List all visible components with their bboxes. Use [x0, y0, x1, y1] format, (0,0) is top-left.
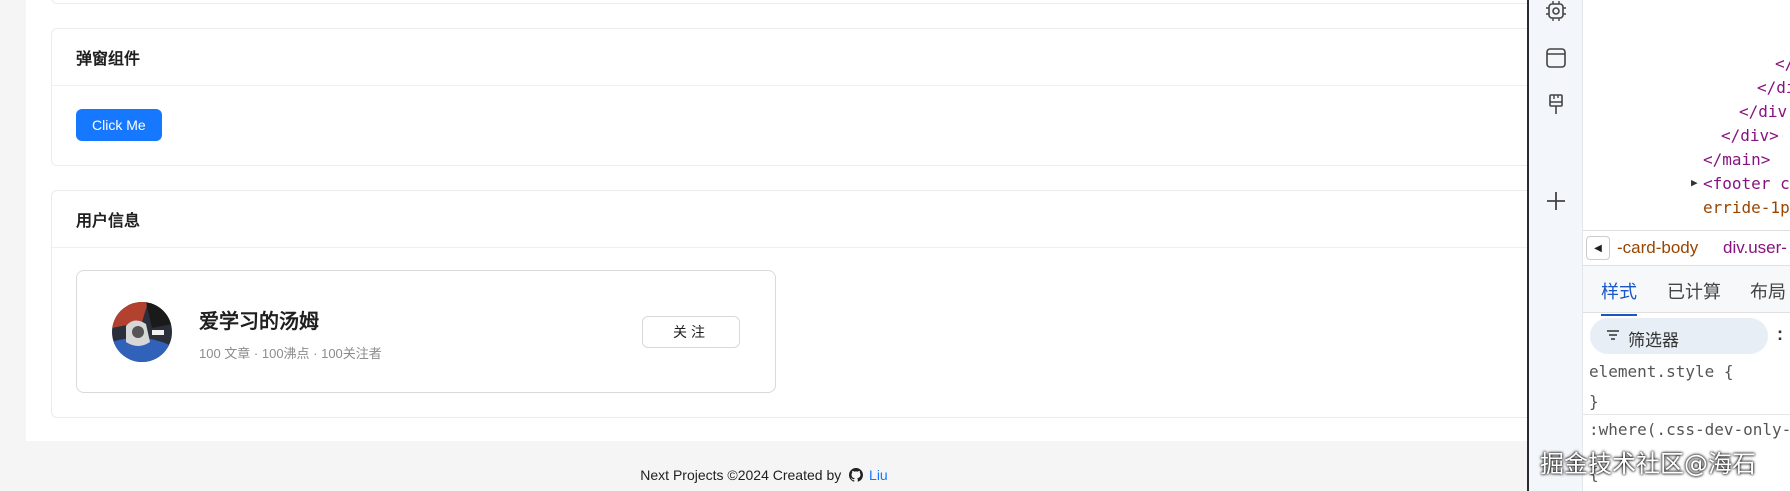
breadcrumb-item[interactable]: div.user- [1723, 238, 1787, 258]
code-line[interactable]: </div> [1721, 126, 1779, 145]
expand-triangle-icon[interactable]: ▶ [1691, 176, 1698, 189]
plus-icon[interactable] [1543, 188, 1569, 214]
filter-icon [1607, 330, 1619, 340]
avatar-image [112, 302, 172, 362]
tab-layout[interactable]: 布局 [1750, 278, 1786, 304]
user-profile-box: 爱学习的汤姆 100 文章 · 100沸点 · 100关注者 关注 [76, 270, 776, 393]
breadcrumb: ◀ -card-body div.user- [1583, 230, 1790, 266]
breadcrumb-item-text: div.user- [1723, 238, 1787, 257]
style-rule-selector[interactable]: element.style { [1589, 362, 1734, 381]
follow-button[interactable]: 关注 [642, 316, 740, 348]
breadcrumb-left-icon[interactable]: ◀ [1586, 236, 1610, 260]
code-line[interactable]: </div [1739, 102, 1787, 121]
click-me-button[interactable]: Click Me [76, 109, 162, 141]
github-icon [849, 468, 864, 482]
style-rule-close: } [1589, 392, 1599, 411]
watermark: 掘金技术社区@海石 [1540, 450, 1756, 478]
filter-input[interactable]: 筛选器 [1590, 318, 1768, 354]
user-stats: 100 文章 · 100沸点 · 100关注者 [199, 346, 382, 361]
previous-card-bottom [51, 0, 1528, 4]
footer-text: Next Projects ©2024 Created by [640, 467, 842, 483]
devtools-activity-bar [1529, 0, 1583, 491]
rule-divider [1583, 414, 1790, 415]
code-line[interactable]: erride-1p [1703, 198, 1790, 217]
settings-chip-icon[interactable] [1543, 0, 1569, 24]
code-line[interactable]: </main> [1703, 150, 1770, 169]
tab-styles[interactable]: 样式 [1601, 278, 1637, 316]
author-link[interactable]: Liu [869, 467, 888, 483]
avatar[interactable] [112, 302, 172, 362]
breadcrumb-item[interactable]: -card-body [1617, 238, 1698, 258]
card-title: 用户信息 [52, 191, 1528, 248]
devtools-tabs: 样式 已计算 布局 [1583, 266, 1790, 316]
modal-component-card: 弹窗组件 Click Me [51, 28, 1528, 166]
filter-placeholder: 筛选器 [1628, 331, 1679, 350]
code-line[interactable]: </di [1757, 78, 1790, 97]
code-line[interactable]: </ [1775, 54, 1790, 73]
app-page: 弹窗组件 Click Me 用户信息 爱学习的汤姆 100 文章 · 100沸点… [0, 0, 1528, 491]
code-line[interactable]: <footer c [1703, 174, 1790, 193]
paint-brush-icon[interactable] [1543, 92, 1569, 118]
style-rule-selector[interactable]: :where(.css-dev-only- [1589, 420, 1790, 439]
card-title: 弹窗组件 [52, 29, 1528, 86]
footer: Next Projects ©2024 Created by Liu [0, 467, 1528, 483]
devtools-panel: </ </di </div </div> </main> ▶ <footer c… [1583, 0, 1790, 491]
user-name: 爱学习的汤姆 [199, 311, 319, 333]
user-info-card: 用户信息 爱学习的汤姆 100 文章 · 100沸点 · 100关注者 关注 [51, 190, 1528, 418]
tab-computed[interactable]: 已计算 [1667, 278, 1721, 304]
pseudo-state-toggle[interactable]: : [1777, 324, 1783, 345]
window-icon[interactable] [1543, 45, 1569, 71]
